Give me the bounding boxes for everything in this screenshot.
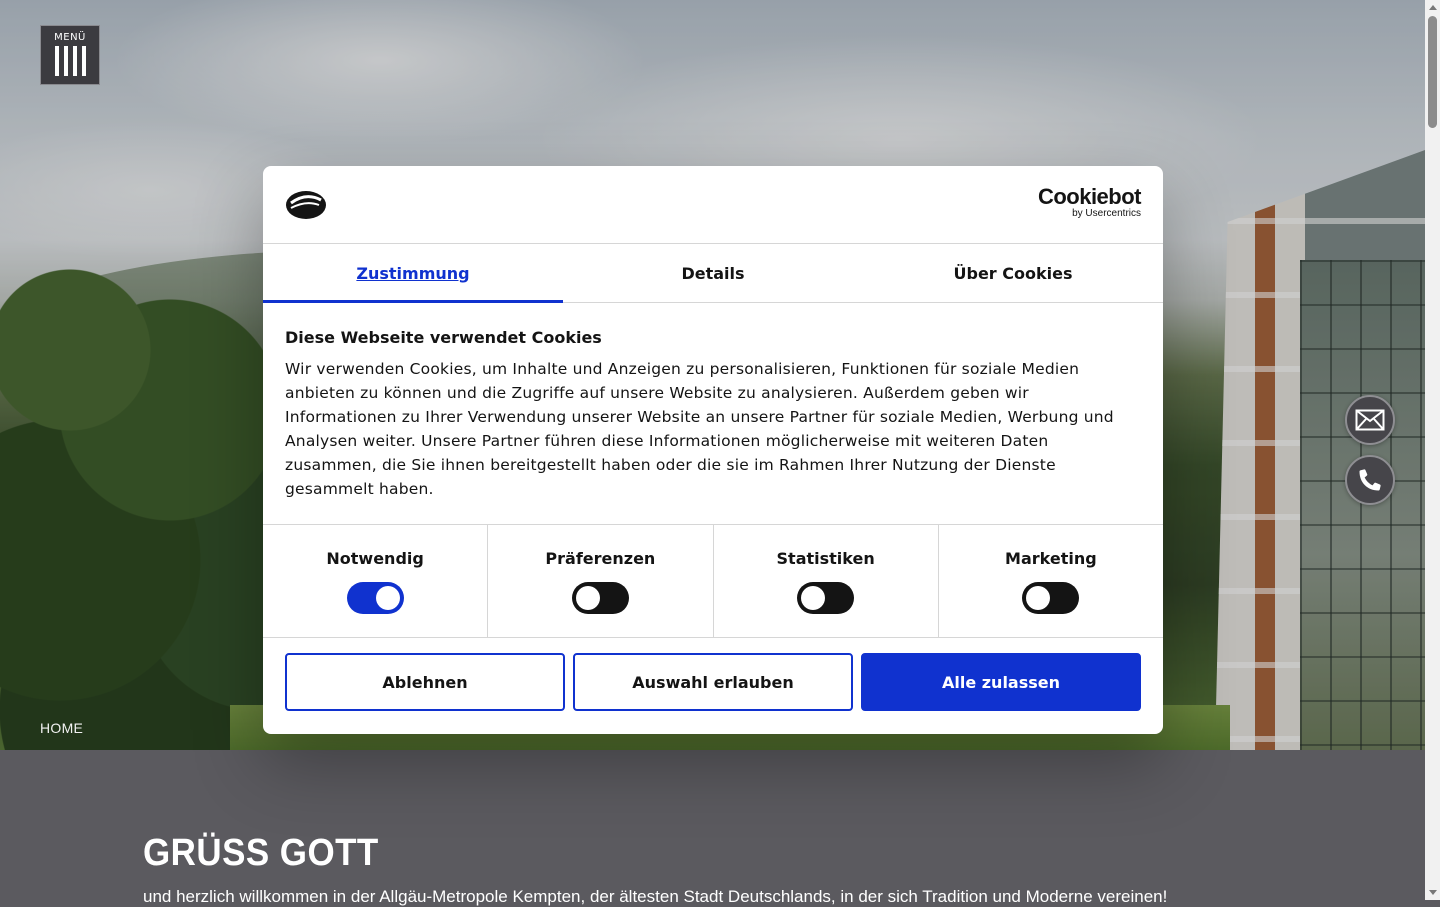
toggle-notwendig[interactable]	[346, 582, 404, 614]
cookiebot-brand: Cookiebot by Usercentrics	[1037, 184, 1142, 220]
tab-zustimmung[interactable]: Zustimmung	[263, 244, 563, 303]
cookie-tabs: Zustimmung Details Über Cookies	[263, 244, 1163, 303]
pref-notwendig: Notwendig	[263, 525, 489, 637]
cookie-dialog-header: Cookiebot by Usercentrics	[263, 166, 1163, 244]
intro-section: GRÜSS GOTT und herzlich willkommen in de…	[143, 832, 1167, 907]
breadcrumb-home[interactable]: HOME	[40, 720, 83, 736]
pref-label: Marketing	[1005, 549, 1097, 568]
scrollbar-thumb[interactable]	[1428, 16, 1437, 128]
pref-label: Statistiken	[776, 549, 875, 568]
cookie-consent-dialog: Cookiebot by Usercentrics Zustimmung Det…	[263, 166, 1163, 734]
cookie-preferences: Notwendig Präferenzen Statistiken Market…	[263, 524, 1163, 638]
allow-selection-button[interactable]: Auswahl erlauben	[573, 653, 853, 711]
menu-button[interactable]: MENÜ	[40, 25, 100, 85]
decline-button[interactable]: Ablehnen	[285, 653, 565, 711]
toggle-marketing[interactable]	[1022, 582, 1080, 614]
phone-button[interactable]	[1345, 455, 1395, 505]
tab-details[interactable]: Details	[563, 244, 863, 302]
pref-marketing: Marketing	[939, 525, 1163, 637]
scroll-down-icon[interactable]	[1429, 890, 1437, 895]
intro-text: und herzlich willkommen in der Allgäu-Me…	[143, 887, 1168, 906]
menu-label: MENÜ	[54, 32, 86, 43]
toggle-praeferenzen[interactable]	[571, 582, 629, 614]
mail-button[interactable]	[1345, 395, 1395, 445]
menu-icon	[41, 46, 99, 76]
brand-name: Cookiebot	[1037, 184, 1142, 209]
scroll-up-icon[interactable]	[1429, 5, 1437, 10]
page-scrollbar[interactable]	[1425, 0, 1440, 900]
cookie-description: Wir verwenden Cookies, um Inhalte und An…	[285, 360, 1114, 498]
cookie-heading: Diese Webseite verwendet Cookies	[285, 328, 602, 347]
cookie-body: Diese Webseite verwendet Cookies Wir ver…	[263, 303, 1163, 501]
pref-praeferenzen: Präferenzen	[488, 525, 714, 637]
phone-icon	[1359, 469, 1381, 491]
intro-title: GRÜSS GOTT	[143, 832, 379, 874]
toggle-statistiken[interactable]	[797, 582, 855, 614]
cookie-logo-icon	[286, 191, 326, 219]
allow-all-button[interactable]: Alle zulassen	[861, 653, 1141, 711]
mail-icon	[1355, 409, 1385, 431]
pref-statistiken: Statistiken	[714, 525, 939, 637]
pref-label: Notwendig	[326, 549, 424, 568]
brand-sub: by Usercentrics	[1072, 208, 1141, 219]
cookie-actions: Ablehnen Auswahl erlauben Alle zulassen	[285, 653, 1141, 711]
pref-label: Präferenzen	[545, 549, 656, 568]
tab-ueber-cookies[interactable]: Über Cookies	[863, 244, 1163, 302]
